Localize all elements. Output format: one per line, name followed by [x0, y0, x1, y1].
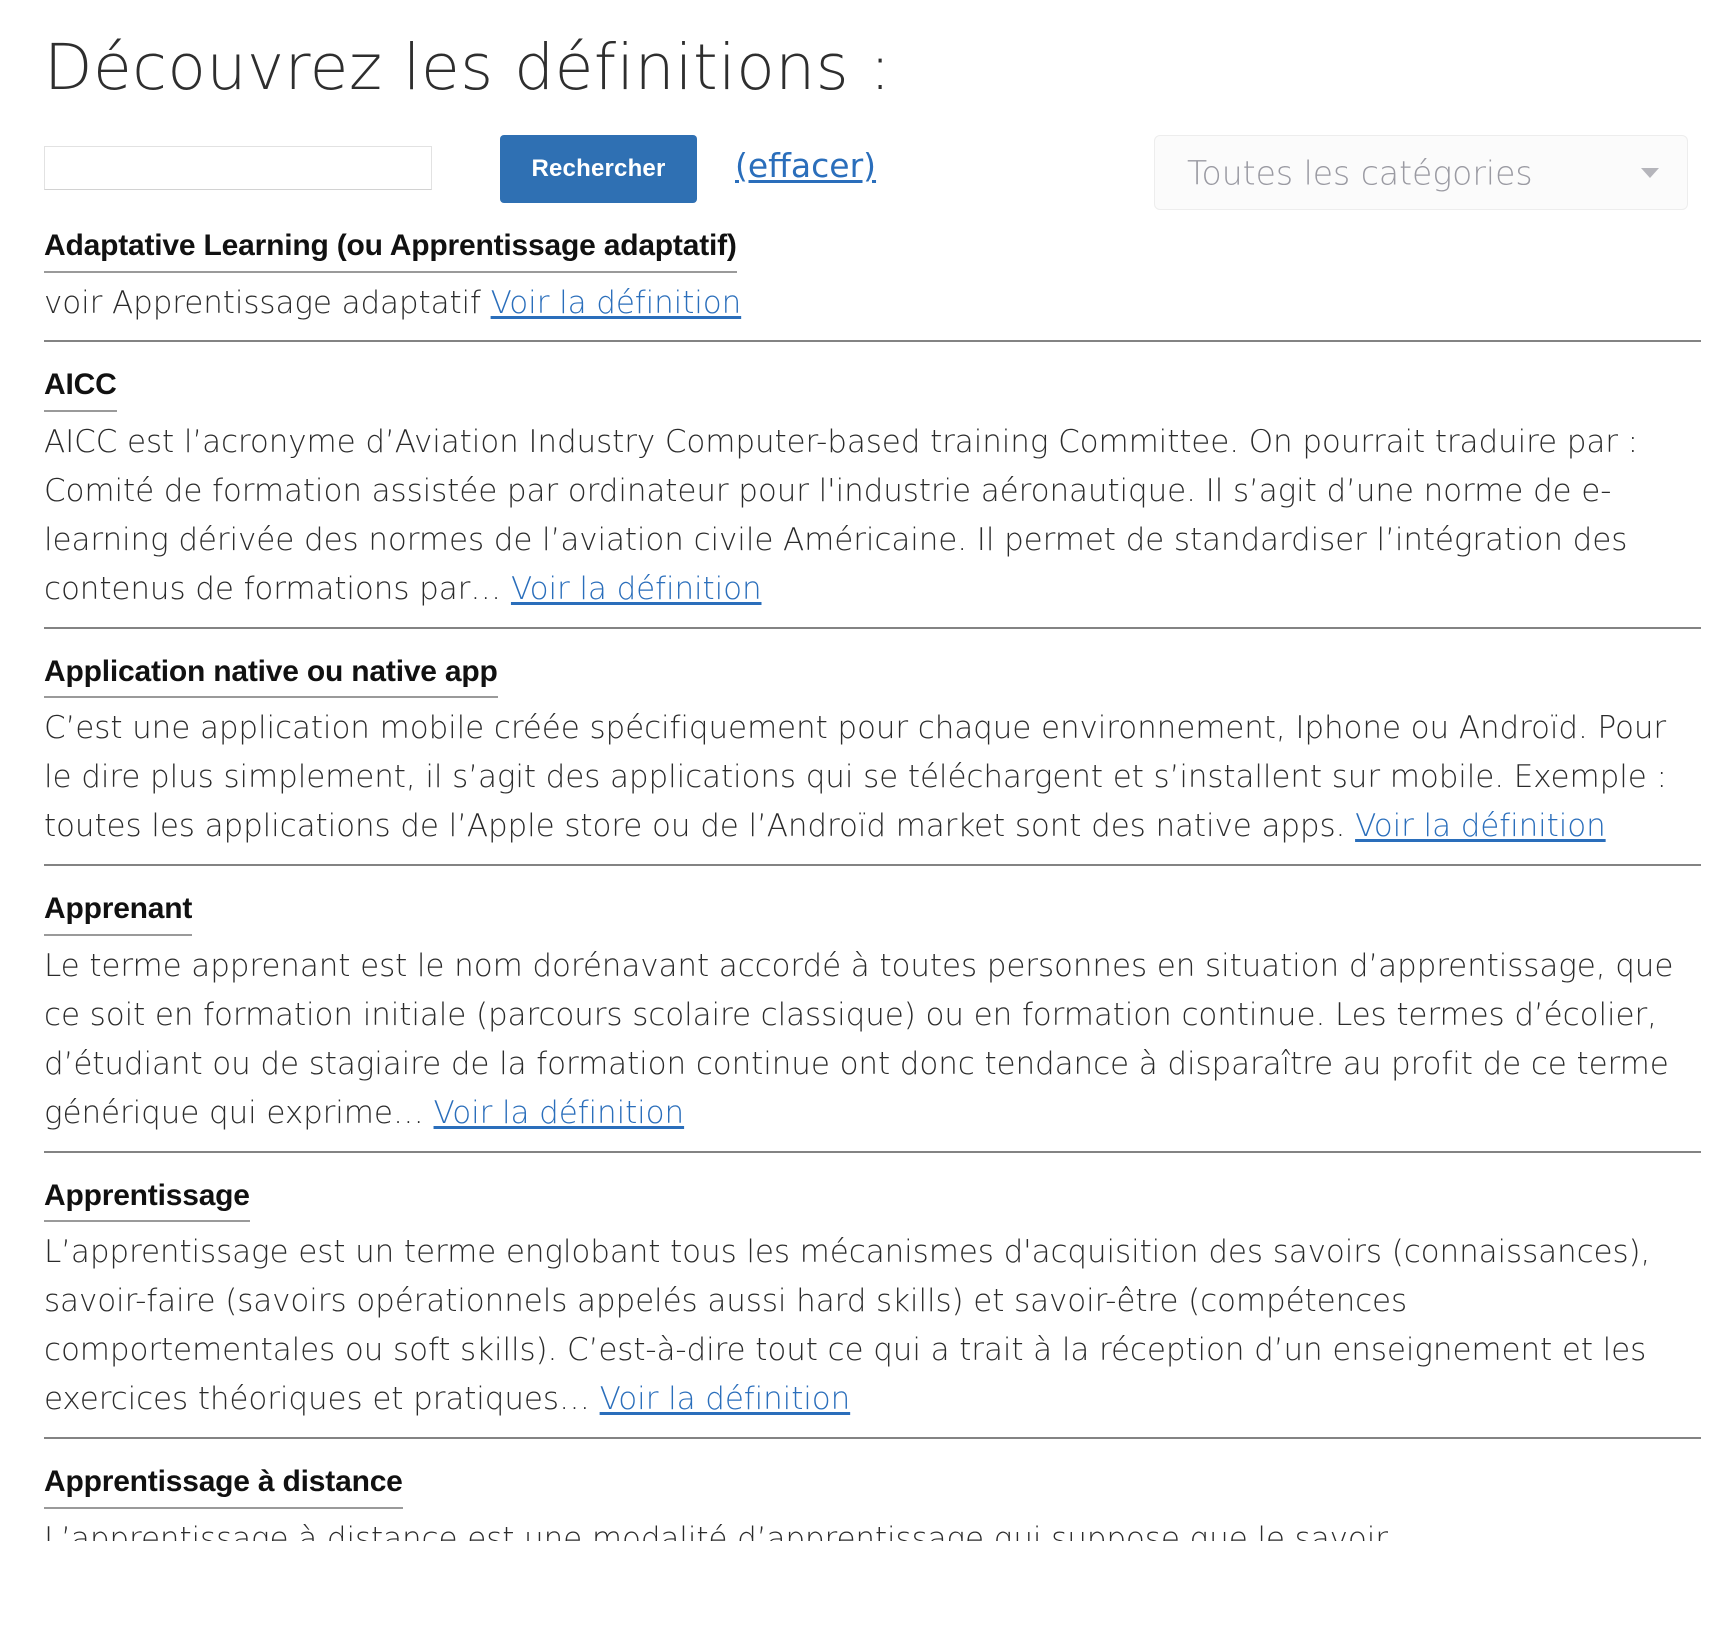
definition-entry: AICC AICC est l’acronyme d’Aviation Indus… — [44, 368, 1701, 629]
definition-term: Adaptative Learning (ou Apprentissage ad… — [44, 229, 737, 273]
chevron-down-icon — [1641, 167, 1659, 178]
page-title: Découvrez les définitions : — [44, 31, 892, 104]
definition-term: Apprentissage à distance — [44, 1465, 403, 1509]
definition-excerpt-text: L’apprentissage à distance est une modal… — [44, 1520, 1388, 1541]
see-definition-link[interactable]: Voir la définition — [434, 1095, 685, 1131]
definition-excerpt: C’est une application mobile créée spéci… — [44, 704, 1701, 851]
definition-entry: Adaptative Learning (ou Apprentissage ad… — [44, 229, 1701, 343]
definition-entry: Apprentissage L’apprentissage est un ter… — [44, 1179, 1701, 1439]
see-definition-link[interactable]: Voir la définition — [511, 571, 762, 607]
definition-excerpt: voir Apprentissage adaptatif Voir la déf… — [44, 279, 1701, 328]
definition-entry: Apprentissage à distance L’apprentissage … — [44, 1465, 1701, 1541]
definition-excerpt-text: Le terme apprenant est le nom dorénavant… — [44, 947, 1674, 1131]
definitions-page: Découvrez les définitions : Rechercher (… — [0, 0, 1732, 1650]
definition-term: Apprenant — [44, 892, 192, 936]
definition-excerpt-text: AICC est l’acronyme d’Aviation Industry … — [44, 423, 1638, 607]
definitions-list: Adaptative Learning (ou Apprentissage ad… — [44, 229, 1701, 1541]
definition-excerpt: AICC est l’acronyme d’Aviation Industry … — [44, 418, 1701, 614]
definition-entry: Apprenant Le terme apprenant est le nom d… — [44, 892, 1701, 1153]
category-filter-label: Toutes les catégories — [1187, 153, 1533, 192]
see-definition-link[interactable]: Voir la définition — [491, 285, 742, 321]
definition-term: Application native ou native app — [44, 655, 498, 699]
definition-excerpt: L’apprentissage est un terme englobant t… — [44, 1228, 1701, 1424]
clear-search-link[interactable]: (effacer) — [735, 149, 876, 182]
search-submit-button[interactable]: Rechercher — [500, 135, 697, 203]
definition-term: Apprentissage — [44, 1179, 250, 1223]
definition-term: AICC — [44, 368, 117, 412]
definition-entry: Application native ou native app C’est un… — [44, 655, 1701, 867]
search-input[interactable] — [44, 146, 432, 190]
category-filter-select[interactable]: Toutes les catégories — [1154, 135, 1688, 210]
see-definition-link[interactable]: Voir la définition — [1355, 808, 1606, 844]
definition-excerpt-text: voir Apprentissage adaptatif — [44, 284, 491, 321]
definition-excerpt: L’apprentissage à distance est une modal… — [44, 1515, 1701, 1541]
search-toolbar: Rechercher (effacer) Toutes les catégori… — [44, 135, 1688, 210]
see-definition-link[interactable]: Voir la définition — [600, 1381, 851, 1417]
definition-excerpt: Le terme apprenant est le nom dorénavant… — [44, 942, 1701, 1138]
